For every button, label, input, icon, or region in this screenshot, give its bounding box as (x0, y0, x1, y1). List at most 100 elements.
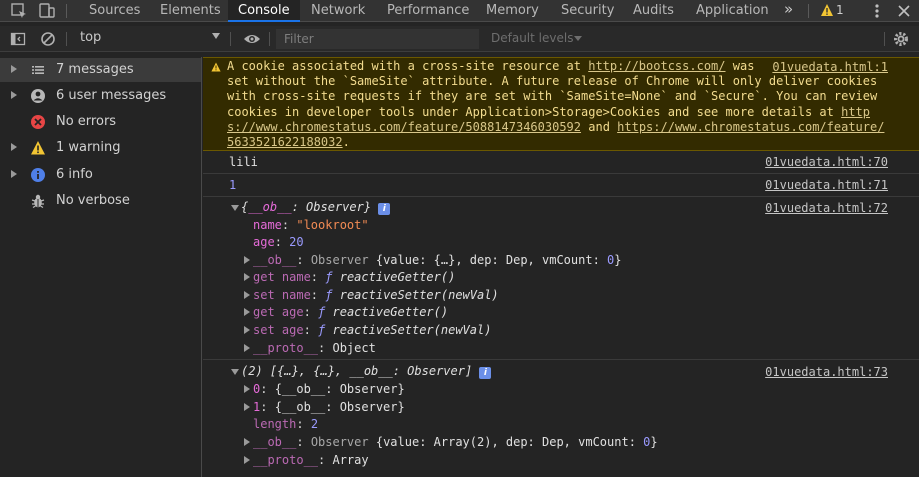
array-item-0[interactable]: 0: {__ob__: Observer} (253, 381, 405, 398)
close-icon[interactable] (896, 2, 912, 20)
error-icon (31, 115, 45, 129)
customize-menu-icon[interactable] (869, 2, 885, 20)
property-set-age[interactable]: set age: ƒ reactiveSetter(newVal) (253, 322, 491, 339)
array-ob[interactable]: __ob__: Observer {value: Array(2), dep: … (253, 434, 658, 451)
context-selector[interactable]: top (80, 30, 101, 45)
clear-console-icon[interactable] (40, 31, 56, 47)
array-item-1[interactable]: 1: {__ob__: Observer} (253, 399, 405, 416)
tab-sources[interactable]: Sources (89, 0, 140, 22)
expand-toggle-icon[interactable] (244, 344, 250, 352)
property-key: set age (253, 323, 304, 337)
sidebar-item-verbose[interactable]: No verbose (0, 189, 201, 213)
expand-toggle-icon[interactable] (244, 308, 250, 316)
more-tabs-button[interactable]: » (784, 0, 793, 19)
property-value: {value: Array(2), dep: Dep, vmCount: (375, 435, 644, 449)
property-value: "lookroot" (296, 218, 369, 232)
expand-toggle-icon[interactable] (244, 403, 250, 411)
log-levels-dropdown[interactable]: Default levels (491, 31, 573, 45)
property-get-age[interactable]: get age: ƒ reactiveGetter() (253, 304, 448, 321)
expand-toggle-icon[interactable] (244, 438, 250, 446)
chromestatus-link-1[interactable]: http (841, 105, 870, 119)
array-summary-text: (2) [{…}, {…}, __ob__: Observer] (241, 364, 473, 378)
property-value: } (614, 253, 622, 267)
property-get-name[interactable]: get name: ƒ reactiveGetter() (253, 269, 455, 286)
tab-audits[interactable]: Audits (633, 0, 674, 22)
sidebar-item-info[interactable]: 6 info (0, 163, 201, 187)
source-link[interactable]: 01vuedata.html:71 (765, 178, 888, 192)
chevron-down-icon[interactable] (212, 33, 220, 39)
toolbar-divider (884, 32, 885, 46)
source-link[interactable]: 01vuedata.html:1 (772, 60, 888, 74)
chevron-down-icon[interactable] (574, 36, 582, 41)
info-badge-icon[interactable]: i (479, 367, 492, 379)
expand-toggle-icon[interactable] (244, 256, 250, 264)
live-expression-eye-icon[interactable] (243, 32, 261, 46)
expand-toggle-icon[interactable] (231, 369, 239, 375)
source-link[interactable]: 01vuedata.html:72 (765, 201, 888, 215)
tab-performance[interactable]: Performance (387, 0, 469, 22)
array-summary[interactable]: (2) [{…}, {…}, __ob__: Observer] i (241, 363, 492, 380)
sidebar-item-label: No errors (56, 114, 117, 129)
property-key: name (253, 218, 282, 232)
warning-icon (31, 141, 45, 155)
chromestatus-link-1[interactable]: s://www.chromestatus.com/feature/5088147… (227, 120, 581, 134)
array-proto[interactable]: __proto__: Array (253, 452, 369, 469)
console-array-message: 01vuedata.html:73 (2) [{…}, {…}, __ob__:… (203, 362, 919, 477)
sidebar-item-messages[interactable]: 7 messages (0, 58, 201, 82)
tab-console[interactable]: Console (228, 0, 300, 22)
property-value: reactiveGetter() (332, 305, 449, 319)
expand-toggle-icon[interactable] (244, 291, 250, 299)
tab-network[interactable]: Network (311, 0, 365, 22)
tab-security[interactable]: Security (561, 0, 614, 22)
property-value: } (650, 435, 658, 449)
warning-text-line: with cross-site requests if they are set… (227, 89, 878, 104)
chevron-right-icon[interactable] (11, 65, 17, 73)
property-set-name[interactable]: set name: ƒ reactiveSetter(newVal) (253, 287, 499, 304)
expand-toggle-icon[interactable] (244, 326, 250, 334)
chevron-right-icon[interactable] (11, 143, 17, 151)
property-key: 1 (253, 400, 261, 414)
object-summary-key: __ob__ (248, 200, 292, 214)
sidebar-item-warnings[interactable]: 1 warning (0, 136, 201, 160)
property-age: age: 20 (253, 235, 304, 249)
property-value: reactiveSetter(newVal) (332, 323, 492, 337)
property-value: Array (332, 453, 369, 467)
info-icon (31, 168, 45, 182)
source-link[interactable]: 01vuedata.html:70 (765, 155, 888, 169)
tab-memory[interactable]: Memory (486, 0, 539, 22)
chromestatus-link-2[interactable]: 5633521622188032 (227, 135, 343, 149)
warning-count[interactable]: 1 (836, 0, 844, 21)
bootcss-link[interactable]: http://bootcss.com/ (588, 59, 725, 73)
chromestatus-link-2[interactable]: https://www.chromestatus.com/feature/ (617, 120, 884, 134)
device-toolbar-icon[interactable] (38, 2, 56, 20)
sidebar-item-errors[interactable]: No errors (0, 110, 201, 134)
chevron-right-icon[interactable] (11, 91, 17, 99)
expand-toggle-icon[interactable] (244, 273, 250, 281)
tab-elements[interactable]: Elements (160, 0, 221, 22)
property-name: name: "lookroot" (253, 218, 369, 232)
warning-text-line: A cookie associated with a cross-site re… (227, 59, 589, 73)
sidebar-item-user-messages[interactable]: 6 user messages (0, 84, 201, 108)
console-log-message: 1 01vuedata.html:71 (203, 175, 919, 197)
property-ob[interactable]: __ob__: Observer {value: {…}, dep: Dep, … (253, 252, 622, 269)
sidebar-toggle-icon[interactable] (10, 31, 26, 47)
object-summary[interactable]: {__ob__: Observer} i (241, 199, 391, 216)
chevron-right-icon[interactable] (11, 170, 17, 178)
expand-toggle-icon[interactable] (244, 456, 250, 464)
gear-icon[interactable] (892, 30, 910, 48)
property-key: age (253, 235, 275, 249)
property-proto[interactable]: __proto__: Object (253, 340, 376, 357)
toolbar-divider (66, 4, 67, 18)
warning-text-line: and (581, 119, 618, 134)
warning-count-icon[interactable] (820, 3, 834, 17)
inspect-element-icon[interactable] (10, 2, 28, 20)
array-length: length: 2 (253, 417, 319, 431)
info-badge-icon[interactable]: i (378, 203, 391, 215)
sidebar-item-label: 6 info (56, 167, 93, 182)
source-link[interactable]: 01vuedata.html:73 (765, 365, 888, 379)
cookie-warning-message: A cookie associated with a cross-site re… (203, 57, 919, 151)
expand-toggle-icon[interactable] (244, 385, 250, 393)
tab-application[interactable]: Application (696, 0, 769, 22)
filter-input[interactable] (276, 29, 479, 49)
expand-toggle-icon[interactable] (231, 205, 239, 211)
